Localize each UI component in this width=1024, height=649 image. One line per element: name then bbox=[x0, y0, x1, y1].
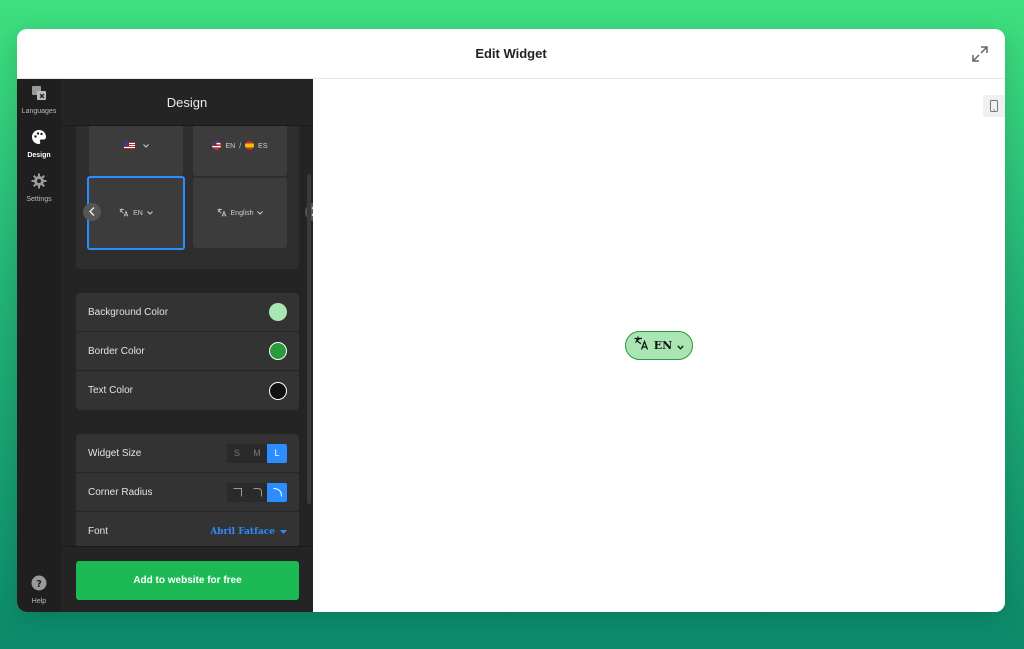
us-flag-icon bbox=[123, 141, 135, 151]
rail-label-languages: Languages bbox=[21, 108, 57, 115]
size-option-s[interactable]: S bbox=[227, 444, 247, 463]
widget-size-label: Widget Size bbox=[88, 447, 142, 459]
chevron-down-icon bbox=[677, 337, 684, 355]
expand-icon[interactable] bbox=[971, 45, 989, 63]
style-tile-label: EN bbox=[225, 142, 236, 150]
text-color-row: Text Color bbox=[76, 371, 299, 410]
gear-icon bbox=[31, 173, 47, 194]
style-prev-button[interactable] bbox=[83, 203, 101, 221]
font-select[interactable]: Abril Fatface bbox=[210, 527, 287, 537]
background-color-swatch[interactable] bbox=[269, 303, 287, 321]
corner-radius-row: Corner Radius bbox=[76, 473, 299, 512]
mobile-preview-icon[interactable] bbox=[983, 95, 1005, 117]
border-color-label: Border Color bbox=[88, 345, 145, 357]
style-picker: EN / ES EN English bbox=[76, 126, 299, 269]
us-flag-icon bbox=[212, 140, 222, 152]
panel-footer: Add to website for free bbox=[61, 546, 313, 612]
size-settings: Widget Size S M L Corner Radius Font Abr… bbox=[76, 434, 299, 546]
widget-language-code: EN bbox=[653, 339, 673, 352]
panel-scrollbar[interactable] bbox=[307, 174, 311, 504]
style-tile-label: English bbox=[230, 209, 254, 217]
palette-icon bbox=[31, 129, 47, 150]
edit-widget-modal: Edit Widget Languages Design Settings ? … bbox=[17, 29, 1005, 612]
size-option-m[interactable]: M bbox=[247, 444, 267, 463]
panel-title: Design bbox=[166, 94, 208, 110]
rail-label-help: Help bbox=[31, 598, 47, 605]
background-color-label: Background Color bbox=[88, 306, 169, 318]
corner-rounded-icon[interactable] bbox=[247, 483, 267, 502]
add-to-website-label: Add to website for free bbox=[133, 575, 242, 586]
font-value: Abril Fatface bbox=[210, 526, 275, 537]
text-color-label: Text Color bbox=[88, 385, 134, 396]
text-color-swatch[interactable] bbox=[269, 381, 287, 400]
rail-item-languages[interactable]: Languages bbox=[17, 85, 61, 125]
design-panel: Design EN / ES EN English Background Col… bbox=[61, 79, 323, 612]
style-tile-translate-code[interactable]: EN bbox=[87, 176, 185, 250]
size-option-l[interactable]: L bbox=[267, 443, 287, 463]
panel-header: Design bbox=[61, 79, 313, 126]
panel-scroll-area[interactable]: EN / ES EN English Background Color Bord… bbox=[76, 126, 299, 546]
chevron-down-icon bbox=[147, 210, 153, 217]
modal-header: Edit Widget bbox=[17, 29, 1005, 79]
rail-label-settings: Settings bbox=[26, 196, 52, 203]
preview-area: EN bbox=[313, 79, 1005, 612]
rail-label-design: Design bbox=[27, 152, 51, 159]
language-widget-preview[interactable]: EN bbox=[625, 331, 693, 360]
style-tile-label: EN bbox=[133, 209, 143, 217]
background-color-row: Background Color bbox=[76, 293, 299, 332]
font-label: Font bbox=[88, 526, 109, 537]
translate-icon bbox=[217, 208, 227, 219]
rail-item-design[interactable]: Design bbox=[17, 129, 61, 169]
corner-square-icon[interactable] bbox=[227, 483, 247, 502]
svg-text:?: ? bbox=[36, 579, 42, 590]
style-tile-translate-name[interactable]: English bbox=[193, 178, 287, 248]
translate-icon bbox=[634, 336, 649, 355]
corner-radius-selector bbox=[227, 482, 287, 502]
translate-icon bbox=[31, 85, 47, 106]
modal-title: Edit Widget bbox=[475, 46, 547, 61]
caret-down-icon bbox=[280, 527, 287, 537]
corner-round-icon[interactable] bbox=[267, 482, 287, 502]
style-tile-label-secondary: ES bbox=[258, 142, 268, 150]
chevron-down-icon bbox=[257, 210, 264, 217]
help-icon: ? bbox=[31, 575, 47, 596]
border-color-row: Border Color bbox=[76, 332, 299, 371]
style-tile-separator: / bbox=[239, 142, 242, 150]
add-to-website-button[interactable]: Add to website for free bbox=[76, 561, 299, 600]
widget-size-selector: S M L bbox=[227, 443, 287, 463]
style-tile-flag-pair[interactable]: EN / ES bbox=[193, 126, 287, 176]
es-flag-icon bbox=[245, 140, 255, 152]
border-color-swatch[interactable] bbox=[269, 342, 287, 360]
font-row: Font Abril Fatface bbox=[76, 512, 299, 546]
side-rail: Languages Design Settings ? Help bbox=[17, 79, 61, 612]
rail-item-settings[interactable]: Settings bbox=[17, 173, 61, 213]
chevron-left-icon bbox=[89, 203, 95, 221]
chevron-down-icon bbox=[142, 143, 149, 150]
widget-size-row: Widget Size S M L bbox=[76, 434, 299, 473]
translate-icon bbox=[119, 208, 129, 219]
color-settings: Background Color Border Color Text Color bbox=[76, 293, 299, 410]
rail-item-help[interactable]: ? Help bbox=[17, 575, 61, 612]
style-tile-flag[interactable] bbox=[89, 126, 183, 176]
corner-radius-label: Corner Radius bbox=[88, 486, 153, 498]
